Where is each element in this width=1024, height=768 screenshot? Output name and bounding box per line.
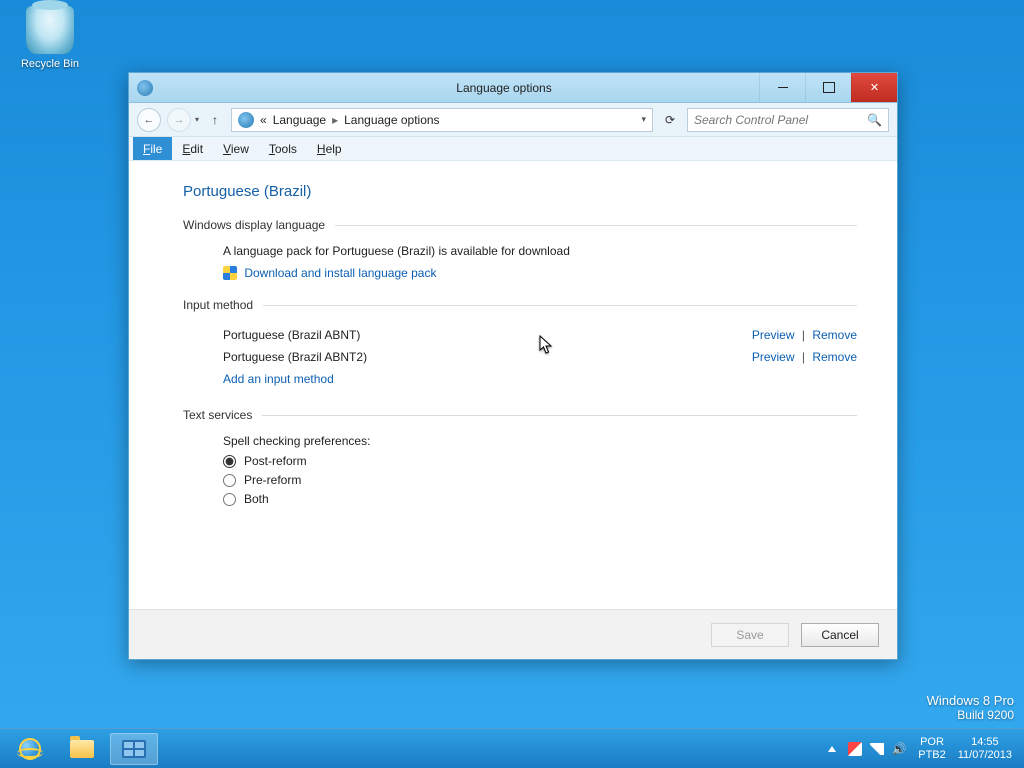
recycle-bin-label: Recycle Bin	[21, 58, 79, 70]
desktop-watermark: Windows 8 Pro Build 9200	[927, 693, 1014, 722]
uac-shield-icon	[223, 266, 237, 280]
radio-both-input[interactable]	[223, 493, 236, 506]
search-box[interactable]: 🔍	[687, 108, 889, 132]
menu-edit[interactable]: Edit	[172, 137, 213, 160]
volume-icon[interactable]: 🔊	[892, 742, 906, 756]
watermark-line1: Windows 8 Pro	[927, 693, 1014, 708]
folder-icon	[70, 740, 94, 758]
breadcrumb[interactable]: « Language ▸ Language options ▾	[231, 108, 653, 132]
window-title: Language options	[249, 81, 759, 95]
up-button[interactable]: ↑	[205, 110, 225, 130]
radio-post-reform-input[interactable]	[223, 455, 236, 468]
section-text-services: Text services	[183, 408, 857, 422]
menu-tools[interactable]: Tools	[259, 137, 307, 160]
preview-link[interactable]: Preview	[752, 350, 795, 364]
titlebar[interactable]: Language options	[129, 73, 897, 103]
display-language-message: A language pack for Portuguese (Brazil) …	[223, 244, 857, 258]
radio-both[interactable]: Both	[223, 492, 857, 506]
control-panel-icon	[122, 740, 146, 758]
menu-help[interactable]: Help	[307, 137, 352, 160]
download-language-pack-link[interactable]: Download and install language pack	[244, 266, 436, 280]
language-indicator[interactable]: POR PTB2	[918, 736, 946, 760]
menu-view[interactable]: View	[213, 137, 259, 160]
clock[interactable]: 14:55 11/07/2013	[958, 736, 1012, 760]
maximize-button[interactable]	[805, 73, 851, 102]
input-method-name: Portuguese (Brazil ABNT)	[223, 328, 752, 342]
search-input[interactable]	[694, 113, 867, 127]
action-center-icon[interactable]	[848, 742, 862, 756]
content-area: Portuguese (Brazil) Windows display lang…	[129, 161, 897, 609]
tray-overflow-icon[interactable]	[828, 746, 836, 752]
remove-link[interactable]: Remove	[812, 328, 857, 342]
taskbar-explorer[interactable]	[58, 733, 106, 765]
preview-link[interactable]: Preview	[752, 328, 795, 342]
back-button[interactable]: ←	[137, 108, 161, 132]
section-display-language: Windows display language	[183, 218, 857, 232]
address-dropdown[interactable]: ▾	[641, 114, 646, 125]
menubar: File Edit View Tools Help	[129, 137, 897, 161]
taskbar-control-panel[interactable]	[110, 733, 158, 765]
input-method-row: Portuguese (Brazil ABNT2) Preview | Remo…	[223, 346, 857, 368]
input-method-name: Portuguese (Brazil ABNT2)	[223, 350, 752, 364]
recycle-bin-icon	[26, 6, 74, 54]
ie-icon	[19, 738, 41, 760]
cancel-button[interactable]: Cancel	[801, 623, 879, 647]
menu-file[interactable]: File	[133, 137, 172, 160]
breadcrumb-prefix: «	[260, 113, 267, 127]
bottom-bar: Save Cancel	[129, 609, 897, 659]
history-dropdown[interactable]: ▾	[195, 115, 199, 124]
explorer-window: Language options ← → ▾ ↑ « Language ▸ La…	[128, 72, 898, 660]
nav-row: ← → ▾ ↑ « Language ▸ Language options ▾ …	[129, 103, 897, 137]
taskbar-ie[interactable]	[6, 733, 54, 765]
section-input-method: Input method	[183, 298, 857, 312]
radio-pre-reform[interactable]: Pre-reform	[223, 473, 857, 487]
page-title: Portuguese (Brazil)	[183, 183, 857, 200]
refresh-button[interactable]: ⟳	[659, 109, 681, 131]
breadcrumb-sep: ▸	[332, 113, 338, 127]
close-button[interactable]	[851, 73, 897, 102]
input-method-row: Portuguese (Brazil ABNT) Preview | Remov…	[223, 324, 857, 346]
location-icon	[238, 112, 254, 128]
search-icon: 🔍	[867, 113, 882, 127]
breadcrumb-language-options[interactable]: Language options	[344, 113, 439, 127]
breadcrumb-language[interactable]: Language	[273, 113, 326, 127]
radio-pre-reform-input[interactable]	[223, 474, 236, 487]
network-icon[interactable]	[870, 742, 884, 756]
taskbar[interactable]: 🔊 POR PTB2 14:55 11/07/2013	[0, 728, 1024, 768]
forward-button[interactable]: →	[167, 108, 191, 132]
system-tray: 🔊 POR PTB2 14:55 11/07/2013	[820, 736, 1018, 760]
window-icon	[137, 80, 153, 96]
minimize-button[interactable]	[759, 73, 805, 102]
recycle-bin[interactable]: Recycle Bin	[10, 6, 90, 70]
watermark-line2: Build 9200	[927, 708, 1014, 722]
save-button: Save	[711, 623, 789, 647]
remove-link[interactable]: Remove	[812, 350, 857, 364]
add-input-method-link[interactable]: Add an input method	[223, 372, 334, 386]
radio-post-reform[interactable]: Post-reform	[223, 454, 857, 468]
spell-pref-label: Spell checking preferences:	[223, 434, 857, 448]
